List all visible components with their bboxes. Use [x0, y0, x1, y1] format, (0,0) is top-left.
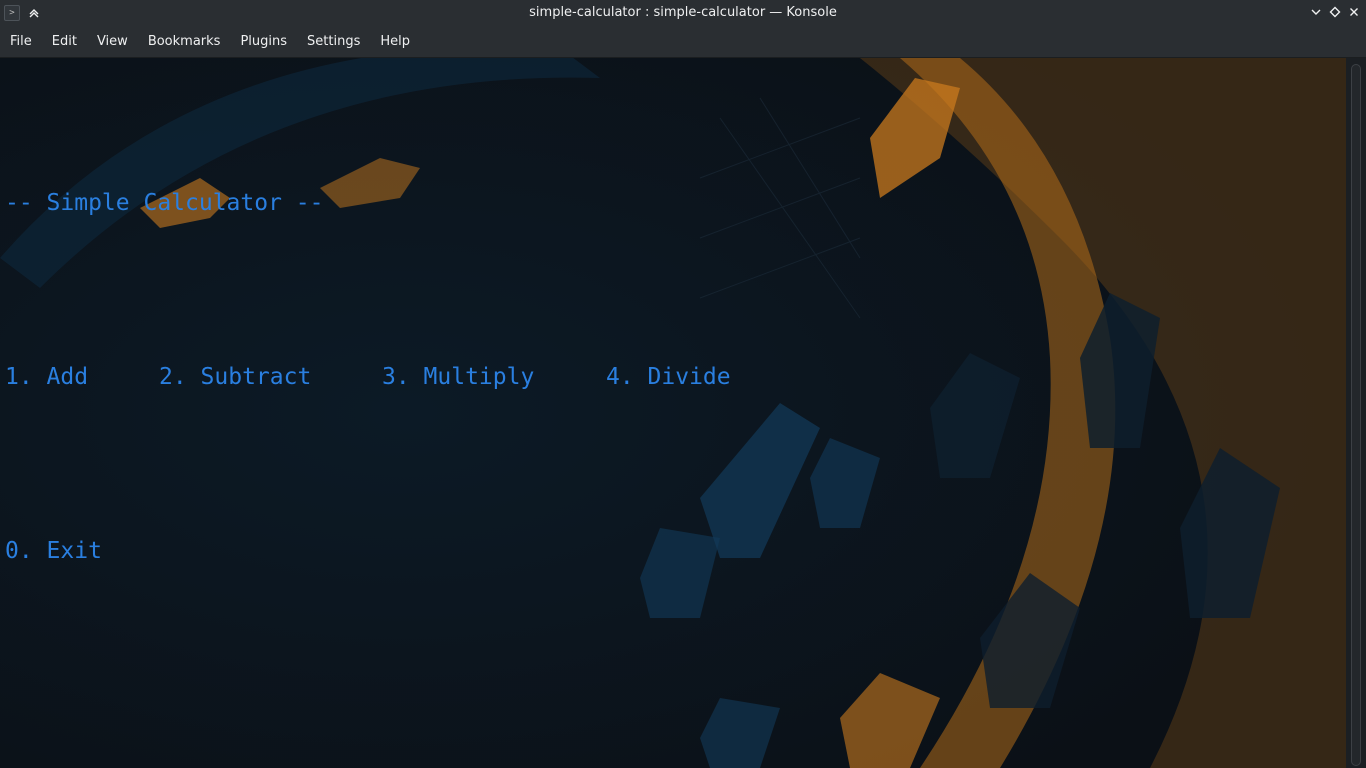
title-bar: > simple-calculator : simple-calculator … — [0, 0, 1366, 26]
vertical-scrollbar[interactable] — [1346, 58, 1366, 768]
option-exit: 0. Exit — [5, 538, 102, 564]
close-icon[interactable] — [1346, 4, 1362, 20]
menu-bar: File Edit View Bookmarks Plugins Setting… — [0, 26, 1366, 58]
terminal-view[interactable]: -- Simple Calculator -- 1. Add 2. Subtra… — [0, 58, 1346, 768]
window-title: simple-calculator : simple-calculator — … — [529, 5, 837, 20]
menu-options-row: 1. Add 2. Subtract 3. Multiply 4. Divide — [5, 348, 731, 406]
menu-bookmarks[interactable]: Bookmarks — [138, 26, 231, 57]
menu-settings[interactable]: Settings — [297, 26, 370, 57]
maximize-icon[interactable] — [1327, 4, 1343, 20]
minimize-icon[interactable] — [1308, 4, 1324, 20]
menu-help[interactable]: Help — [370, 26, 420, 57]
menu-plugins[interactable]: Plugins — [230, 26, 297, 57]
option-divide: 4. Divide — [606, 364, 731, 390]
menu-edit[interactable]: Edit — [42, 26, 87, 57]
option-multiply: 3. Multiply — [382, 364, 535, 390]
option-subtract: 2. Subtract — [159, 364, 312, 390]
menu-file[interactable]: File — [0, 26, 42, 57]
option-add: 1. Add — [5, 364, 89, 390]
terminal-output: -- Simple Calculator -- 1. Add 2. Subtra… — [5, 58, 731, 696]
scrollbar-track[interactable] — [1351, 64, 1361, 766]
menu-view[interactable]: View — [87, 26, 138, 57]
calculator-heading: -- Simple Calculator -- — [5, 190, 324, 216]
